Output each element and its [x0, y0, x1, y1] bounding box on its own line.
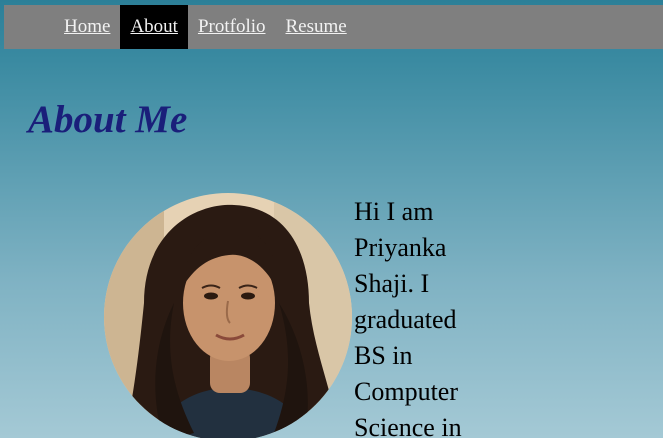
nav-link-about[interactable]: About	[120, 5, 188, 49]
profile-photo	[104, 193, 352, 438]
page-title: About Me	[28, 98, 188, 141]
top-navbar: Home About Protfolio Resume	[4, 5, 663, 49]
bio-text: Hi I am Priyanka Shaji. I graduated BS i…	[354, 197, 462, 438]
nav-link-home[interactable]: Home	[54, 5, 120, 49]
profile-photo-image	[104, 193, 352, 438]
nav-link-portfolio[interactable]: Protfolio	[188, 5, 276, 49]
nav-link-resume[interactable]: Resume	[276, 5, 357, 49]
